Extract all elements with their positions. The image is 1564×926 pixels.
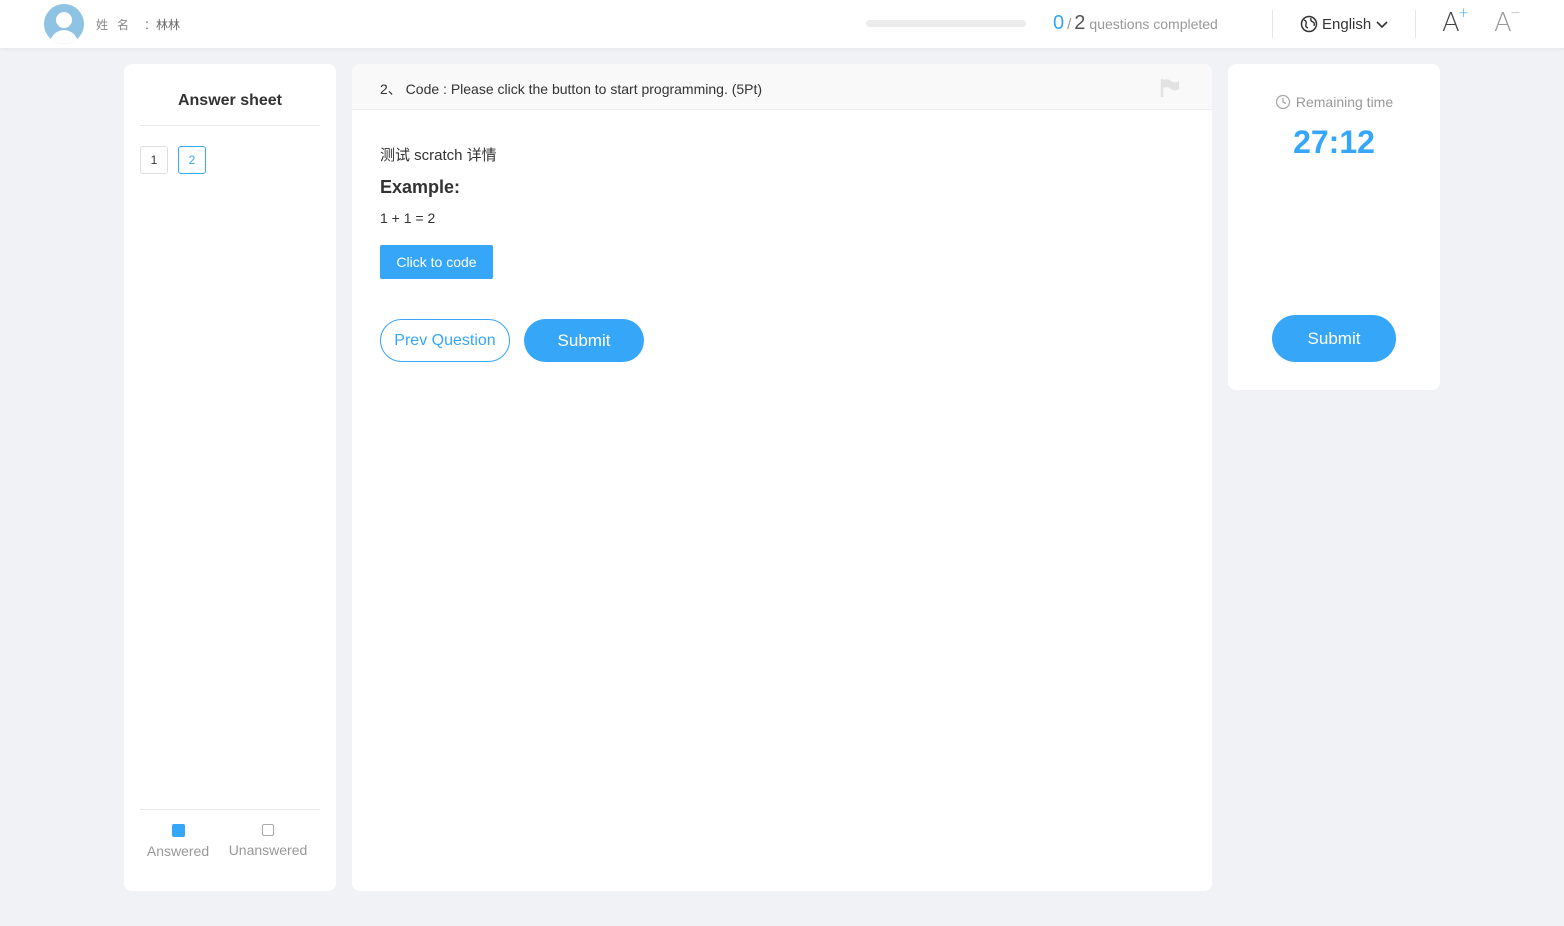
avatar bbox=[44, 4, 84, 44]
submit-button[interactable]: Submit bbox=[524, 319, 644, 362]
progress-text: 0/2 questions completed bbox=[1053, 12, 1218, 35]
legend-answered-label: Answered bbox=[146, 843, 210, 859]
click-to-code-button[interactable]: Click to code bbox=[380, 245, 493, 279]
question-panel: 2、 Code : Please click the button to sta… bbox=[352, 64, 1212, 891]
flag-icon[interactable] bbox=[1160, 78, 1180, 98]
chevron-down-icon bbox=[1376, 21, 1388, 29]
answer-sheet-panel: Answer sheet 1 2 Answered Unanswered bbox=[124, 64, 336, 891]
example-heading: Example: bbox=[380, 177, 461, 197]
avatar-head bbox=[56, 12, 72, 28]
question-header: 2、 Code : Please click the button to sta… bbox=[352, 64, 1212, 110]
legend-answered: Answered bbox=[144, 824, 212, 859]
unanswered-swatch bbox=[262, 824, 274, 836]
language-label: English bbox=[1322, 15, 1372, 33]
total-count: 2 bbox=[1074, 12, 1086, 34]
progress-bar bbox=[866, 20, 1026, 27]
avatar-body bbox=[50, 30, 78, 44]
legend-unanswered-label: Unanswered bbox=[228, 842, 308, 858]
divider bbox=[140, 809, 320, 810]
globe-icon bbox=[1300, 15, 1318, 33]
countdown-timer: 27:12 bbox=[1293, 124, 1375, 160]
progress-slash: / bbox=[1067, 16, 1072, 33]
divider bbox=[140, 125, 320, 126]
language-selector[interactable]: English bbox=[1300, 13, 1393, 35]
font-decrease-icon[interactable]: A − bbox=[1494, 6, 1524, 38]
remaining-time-label: Remaining time bbox=[1228, 94, 1440, 110]
completed-count: 0 bbox=[1053, 12, 1065, 34]
timer-panel: Remaining time 27:12 Submit bbox=[1228, 64, 1440, 390]
example-formula: 1 + 1 = 2 bbox=[380, 210, 436, 226]
question-title: 2、 Code : Please click the button to sta… bbox=[380, 81, 763, 97]
clock-icon bbox=[1275, 94, 1291, 110]
answer-sheet-title: Answer sheet bbox=[177, 92, 283, 109]
question-number-2[interactable]: 2 bbox=[178, 146, 206, 174]
divider bbox=[1415, 10, 1416, 38]
question-description: 测试 scratch 详情 bbox=[380, 147, 497, 164]
top-bar: 姓名 ： 林林 0/2 questions completed English A… bbox=[0, 0, 1564, 48]
question-number-1[interactable]: 1 bbox=[140, 146, 168, 174]
name-label: 姓名 bbox=[96, 18, 139, 32]
remaining-time-text: Remaining time bbox=[1295, 94, 1394, 110]
submit-exam-button[interactable]: Submit bbox=[1272, 315, 1396, 362]
answered-swatch bbox=[171, 824, 185, 837]
legend-unanswered: Unanswered bbox=[224, 824, 312, 858]
prev-question-button[interactable]: Prev Question bbox=[380, 319, 510, 362]
progress-suffix: questions completed bbox=[1089, 16, 1218, 32]
user-name: 林林 bbox=[156, 18, 181, 32]
name-separator: ： bbox=[144, 18, 157, 32]
font-increase-icon[interactable]: A + bbox=[1442, 6, 1472, 38]
divider bbox=[1272, 10, 1273, 38]
